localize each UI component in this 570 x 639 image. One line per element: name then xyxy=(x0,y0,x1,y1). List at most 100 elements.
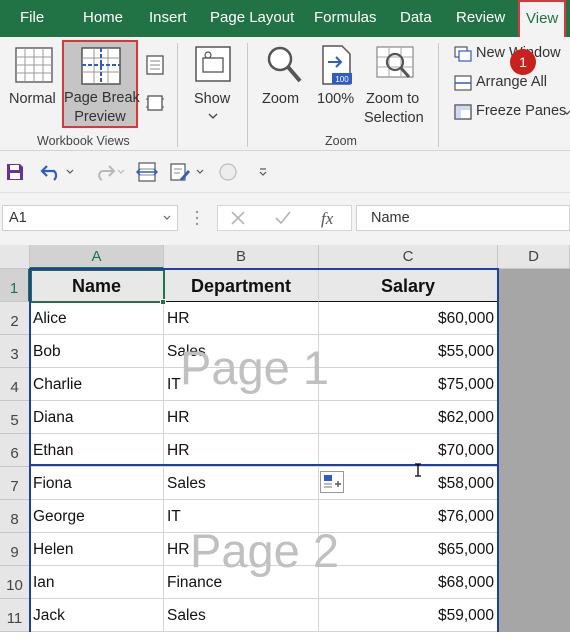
tab-page-layout[interactable]: Page Layout xyxy=(210,0,294,37)
table-cell[interactable]: $55,000 xyxy=(319,335,498,368)
table-cell[interactable]: $68,000 xyxy=(319,566,498,599)
table-cell[interactable]: Helen xyxy=(30,533,164,566)
redo-icon[interactable] xyxy=(96,163,116,181)
step-badge-1: 1 xyxy=(510,49,536,75)
zoom-100-label: 100% xyxy=(317,91,355,107)
table-cell[interactable]: Diana xyxy=(30,401,164,434)
table-cell[interactable]: Alice xyxy=(30,302,164,335)
tab-home[interactable]: Home xyxy=(83,0,123,37)
undo-dropdown-chevron-icon[interactable] xyxy=(66,168,74,176)
row-header-4[interactable]: 4 xyxy=(0,368,30,401)
show-icon xyxy=(195,46,231,82)
zoom-to-selection-label-line1: Zoom to xyxy=(366,91,420,107)
show-label: Show xyxy=(194,91,231,107)
show-button[interactable]: Show xyxy=(188,40,238,128)
new-window-icon[interactable] xyxy=(454,46,472,62)
column-header-c[interactable]: C xyxy=(319,245,498,269)
save-icon[interactable] xyxy=(6,163,24,181)
table-cell[interactable]: $59,000 xyxy=(319,599,498,632)
circle-shape-icon[interactable] xyxy=(218,162,238,182)
column-header-d[interactable]: D xyxy=(498,245,570,269)
table-cell[interactable]: Fiona xyxy=(30,467,164,500)
table-cell[interactable]: George xyxy=(30,500,164,533)
row-header-9[interactable]: 9 xyxy=(0,533,30,566)
custom-views-icon[interactable] xyxy=(145,93,165,113)
table-cell[interactable]: $60,000 xyxy=(319,302,498,335)
row-header-3[interactable]: 3 xyxy=(0,335,30,368)
formula-input[interactable]: Name xyxy=(356,205,570,231)
row-header-6[interactable]: 6 xyxy=(0,434,30,467)
row-header-10[interactable]: 10 xyxy=(0,566,30,599)
row-header-2[interactable]: 2 xyxy=(0,302,30,335)
ribbon-separator xyxy=(247,43,248,147)
redo-dropdown-chevron-icon[interactable] xyxy=(117,168,125,176)
zoom-100-icon: 100 xyxy=(322,45,352,85)
undo-icon[interactable] xyxy=(40,163,62,181)
table-cell[interactable]: $65,000 xyxy=(319,533,498,566)
zoom-label: Zoom xyxy=(262,91,300,107)
name-box-dropdown-chevron-icon[interactable] xyxy=(163,214,171,222)
cancel-icon[interactable] xyxy=(230,210,246,226)
edit-form-icon[interactable] xyxy=(170,162,190,182)
table-cell[interactable]: Finance xyxy=(164,566,319,599)
table-cell[interactable]: $76,000 xyxy=(319,500,498,533)
tab-view[interactable]: View xyxy=(518,0,567,37)
zoom-button[interactable]: Zoom xyxy=(258,40,310,128)
table-cell[interactable]: Sales xyxy=(164,335,319,368)
customize-toolbar-icon[interactable] xyxy=(258,167,268,177)
fit-columns-icon[interactable] xyxy=(136,162,158,182)
page-layout-view-icon[interactable] xyxy=(146,55,164,75)
row-header-11[interactable]: 11 xyxy=(0,599,30,632)
zoom-to-selection-label-line2: Selection xyxy=(364,110,424,126)
table-cell[interactable]: HR xyxy=(164,401,319,434)
show-dropdown-chevron-icon xyxy=(208,113,218,119)
header-cell-department[interactable]: Department xyxy=(164,269,319,302)
freeze-panes-label[interactable]: Freeze Panes xyxy=(476,103,566,119)
enter-check-icon[interactable] xyxy=(274,210,292,226)
select-all-corner[interactable] xyxy=(0,245,30,269)
table-cell[interactable]: Bob xyxy=(30,335,164,368)
arrange-all-icon[interactable] xyxy=(454,75,472,91)
name-box[interactable]: A1 xyxy=(2,205,178,231)
table-cell[interactable]: Sales xyxy=(164,599,319,632)
table-cell[interactable]: HR xyxy=(164,302,319,335)
zoom-100-button[interactable]: 100 100% xyxy=(314,40,360,128)
freeze-panes-icon[interactable] xyxy=(454,104,472,120)
fill-handle[interactable] xyxy=(160,299,166,305)
table-cell[interactable]: Ethan xyxy=(30,434,164,467)
quick-access-toolbar xyxy=(0,151,570,193)
arrange-all-label[interactable]: Arrange All xyxy=(476,74,547,90)
table-cell[interactable]: Ian xyxy=(30,566,164,599)
row-header-1[interactable]: 1 xyxy=(0,269,30,302)
row-header-8[interactable]: 8 xyxy=(0,500,30,533)
tab-data[interactable]: Data xyxy=(400,0,432,37)
table-cell[interactable]: $70,000 xyxy=(319,434,498,467)
column-header-a[interactable]: A xyxy=(30,245,164,269)
edit-form-dropdown-chevron-icon[interactable] xyxy=(196,168,204,176)
tab-formulas[interactable]: Formulas xyxy=(314,0,377,37)
normal-view-button[interactable]: Normal xyxy=(4,40,62,128)
table-cell[interactable]: HR xyxy=(164,434,319,467)
page-break-preview-button[interactable]: Page Break Preview xyxy=(62,40,140,128)
table-cell[interactable]: $62,000 xyxy=(319,401,498,434)
zoom-to-selection-button[interactable]: Zoom to Selection xyxy=(364,40,428,128)
table-cell[interactable]: $58,000 xyxy=(319,467,498,500)
row-header-7[interactable]: 7 xyxy=(0,467,30,500)
header-cell-salary[interactable]: Salary xyxy=(319,269,498,302)
row-header-5[interactable]: 5 xyxy=(0,401,30,434)
table-cell[interactable]: Charlie xyxy=(30,368,164,401)
quick-analysis-icon[interactable] xyxy=(320,471,344,493)
tab-review[interactable]: Review xyxy=(456,0,505,37)
table-cell[interactable]: IT xyxy=(164,500,319,533)
table-cell[interactable]: IT xyxy=(164,368,319,401)
table-cell[interactable]: Sales xyxy=(164,467,319,500)
table-cell[interactable]: HR xyxy=(164,533,319,566)
table-cell[interactable]: $75,000 xyxy=(319,368,498,401)
tab-insert[interactable]: Insert xyxy=(149,0,187,37)
column-header-b[interactable]: B xyxy=(164,245,319,269)
non-print-area xyxy=(498,269,570,632)
tab-file[interactable]: File xyxy=(20,0,44,37)
insert-function-icon[interactable]: fx xyxy=(321,207,333,231)
table-cell[interactable]: Jack xyxy=(30,599,164,632)
header-cell-name[interactable]: Name xyxy=(30,269,164,302)
